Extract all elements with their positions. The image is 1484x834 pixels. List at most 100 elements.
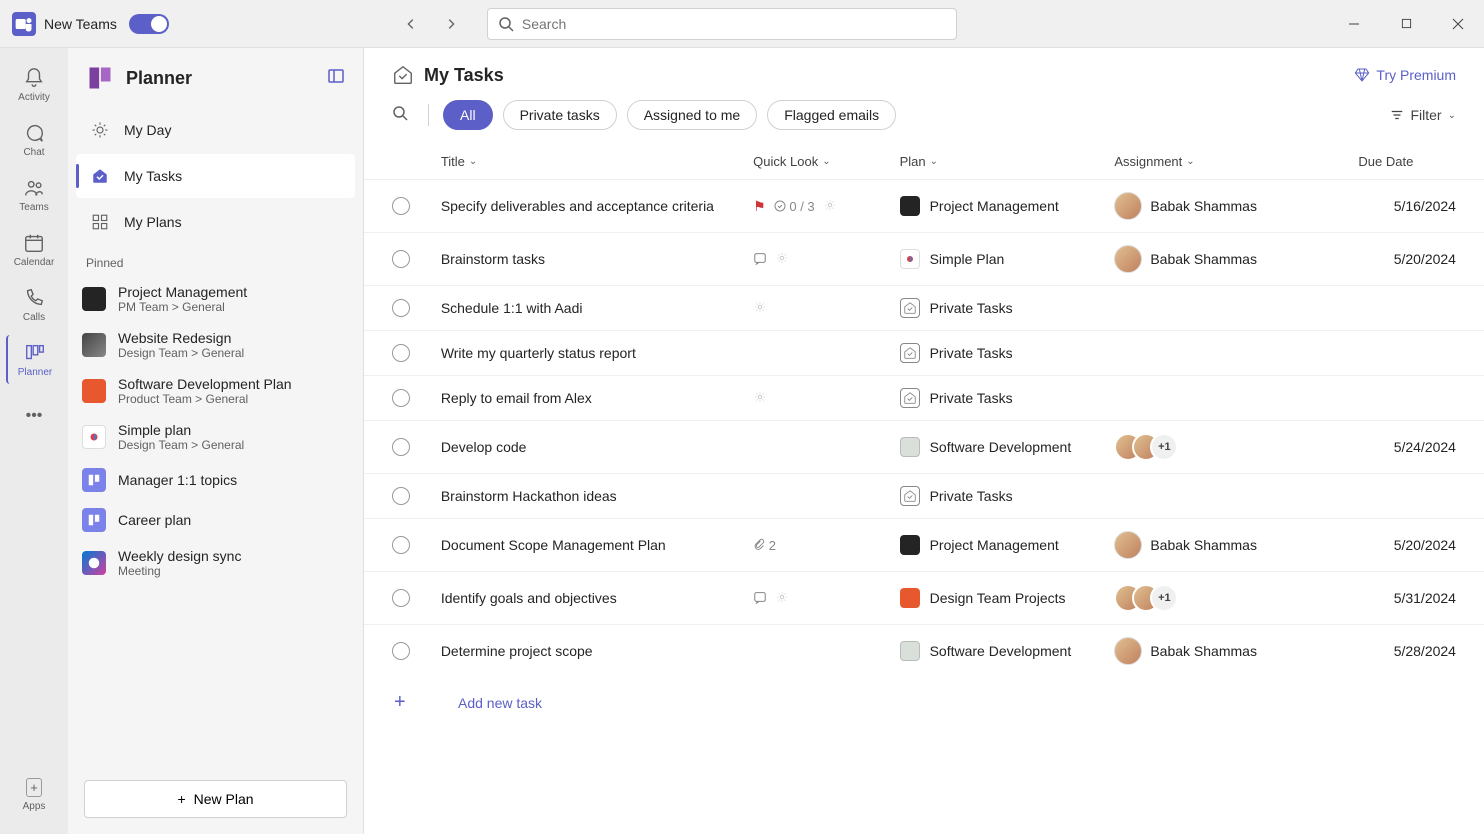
task-row[interactable]: Determine project scope Software Develop… xyxy=(364,625,1484,677)
task-checkbox[interactable] xyxy=(392,250,410,268)
task-row[interactable]: Develop code Software Development +1 5/2… xyxy=(364,421,1484,474)
chevron-down-icon: ⌄ xyxy=(469,156,477,167)
rail-teams[interactable]: Teams xyxy=(6,170,62,219)
assignee-name: Babak Shammas xyxy=(1150,198,1257,214)
task-row[interactable]: Brainstorm Hackathon ideas Private Tasks xyxy=(364,474,1484,519)
sidebar-item-my-tasks[interactable]: My Tasks xyxy=(76,154,355,198)
rail-calendar[interactable]: Calendar xyxy=(6,225,62,274)
rail-chat[interactable]: Chat xyxy=(6,115,62,164)
plan-chip[interactable]: Software Development xyxy=(900,641,1115,661)
sidebar-item-my-day[interactable]: My Day xyxy=(76,108,355,152)
task-row[interactable]: Brainstorm tasks Simple Plan Babak Shamm… xyxy=(364,233,1484,286)
column-header-assign[interactable]: Assignment⌄ xyxy=(1114,154,1358,169)
plan-chip[interactable]: Simple Plan xyxy=(900,249,1115,269)
column-header-plan[interactable]: Plan⌄ xyxy=(900,154,1115,169)
rail-activity[interactable]: Activity xyxy=(6,60,62,109)
plan-chip[interactable]: Private Tasks xyxy=(900,388,1115,408)
rail-label: Chat xyxy=(23,147,44,158)
task-checkbox[interactable] xyxy=(392,438,410,456)
plan-icon xyxy=(900,486,920,506)
task-title: Identify goals and objectives xyxy=(441,590,753,606)
task-checkbox[interactable] xyxy=(392,536,410,554)
rail-more[interactable]: ••• xyxy=(6,398,62,434)
filter-button[interactable]: Filter ⌄ xyxy=(1390,107,1456,123)
add-task-button[interactable]: + Add new task xyxy=(364,677,1484,728)
chat-icon xyxy=(22,121,46,145)
sidebar-pinned-item[interactable]: Project Management PM Team > General xyxy=(68,276,363,322)
task-checkbox[interactable] xyxy=(392,299,410,317)
sidebar: Planner My Day My Tasks My Plans Pinned … xyxy=(68,48,364,834)
assignee-name: Babak Shammas xyxy=(1150,251,1257,267)
rail-label: Calls xyxy=(23,312,45,323)
sun-icon xyxy=(90,120,110,140)
sidebar-pinned-item[interactable]: Manager 1:1 topics xyxy=(68,460,363,500)
task-row[interactable]: Schedule 1:1 with Aadi Private Tasks xyxy=(364,286,1484,331)
task-row[interactable]: Specify deliverables and acceptance crit… xyxy=(364,180,1484,233)
task-title: Brainstorm tasks xyxy=(441,251,753,267)
avatar xyxy=(1114,192,1142,220)
task-row[interactable]: Write my quarterly status report Private… xyxy=(364,331,1484,376)
sidebar-item-my-plans[interactable]: My Plans xyxy=(76,200,355,244)
plan-icon xyxy=(82,468,106,492)
sidebar-pinned-item[interactable]: Software Development Plan Product Team >… xyxy=(68,368,363,414)
filter-search-button[interactable] xyxy=(392,105,408,126)
new-plan-label: New Plan xyxy=(194,791,254,807)
more-icon: ••• xyxy=(22,404,46,428)
task-checkbox[interactable] xyxy=(392,589,410,607)
nav-forward-button[interactable] xyxy=(439,12,463,36)
task-row[interactable]: Identify goals and objectives Design Tea… xyxy=(364,572,1484,625)
sidebar-collapse-button[interactable] xyxy=(327,67,345,90)
column-header-quick[interactable]: Quick Look⌄ xyxy=(753,154,899,169)
task-checkbox[interactable] xyxy=(392,197,410,215)
sidebar-pinned-item[interactable]: Simple plan Design Team > General xyxy=(68,414,363,460)
filter-pill[interactable]: Assigned to me xyxy=(627,100,758,130)
chevron-down-icon: ⌄ xyxy=(930,156,938,167)
plan-chip[interactable]: Project Management xyxy=(900,535,1115,555)
flag-icon: ⚑ xyxy=(753,198,766,215)
task-row[interactable]: Reply to email from Alex Private Tasks xyxy=(364,376,1484,421)
people-icon xyxy=(22,176,46,200)
plan-chip[interactable]: Project Management xyxy=(900,196,1115,216)
rail-planner[interactable]: Planner xyxy=(6,335,62,384)
window-close-button[interactable] xyxy=(1444,10,1472,38)
search-input-container[interactable] xyxy=(487,8,957,40)
sidebar-pinned-item[interactable]: Weekly design sync Meeting xyxy=(68,540,363,586)
assignment-cell: Babak Shammas xyxy=(1114,637,1358,665)
plan-icon xyxy=(82,425,106,449)
task-checkbox[interactable] xyxy=(392,487,410,505)
task-checkbox[interactable] xyxy=(392,642,410,660)
filter-pill[interactable]: Private tasks xyxy=(503,100,617,130)
window-maximize-button[interactable] xyxy=(1392,10,1420,38)
rail-calls[interactable]: Calls xyxy=(6,280,62,329)
try-premium-button[interactable]: Try Premium xyxy=(1354,67,1456,83)
home-check-icon xyxy=(90,166,110,186)
plan-chip[interactable]: Design Team Projects xyxy=(900,588,1115,608)
assignment-cell: +1 xyxy=(1114,433,1358,461)
plan-breadcrumb: Design Team > General xyxy=(118,346,244,360)
plan-chip[interactable]: Private Tasks xyxy=(900,486,1115,506)
plan-name: Private Tasks xyxy=(930,488,1013,504)
column-header-due[interactable]: Due Date xyxy=(1358,154,1456,169)
nav-back-button[interactable] xyxy=(399,12,423,36)
quick-look-cell: 2 xyxy=(753,538,899,553)
plan-chip[interactable]: Private Tasks xyxy=(900,343,1115,363)
sidebar-item-label: My Plans xyxy=(124,214,182,230)
avatar xyxy=(1114,531,1142,559)
search-input[interactable] xyxy=(522,16,946,32)
filter-pill[interactable]: Flagged emails xyxy=(767,100,896,130)
phone-icon xyxy=(22,286,46,310)
filter-pill[interactable]: All xyxy=(443,100,493,130)
window-minimize-button[interactable] xyxy=(1340,10,1368,38)
new-teams-toggle[interactable] xyxy=(129,14,169,34)
plan-chip[interactable]: Private Tasks xyxy=(900,298,1115,318)
task-row[interactable]: Document Scope Management Plan 2 Project… xyxy=(364,519,1484,572)
rail-apps[interactable]: + Apps xyxy=(6,769,62,818)
chevron-down-icon: ⌄ xyxy=(1448,110,1456,121)
new-plan-button[interactable]: + New Plan xyxy=(84,780,347,818)
task-checkbox[interactable] xyxy=(392,389,410,407)
plan-chip[interactable]: Software Development xyxy=(900,437,1115,457)
sidebar-pinned-item[interactable]: Career plan xyxy=(68,500,363,540)
sidebar-pinned-item[interactable]: Website Redesign Design Team > General xyxy=(68,322,363,368)
column-header-title[interactable]: Title⌄ xyxy=(441,154,753,169)
task-checkbox[interactable] xyxy=(392,344,410,362)
